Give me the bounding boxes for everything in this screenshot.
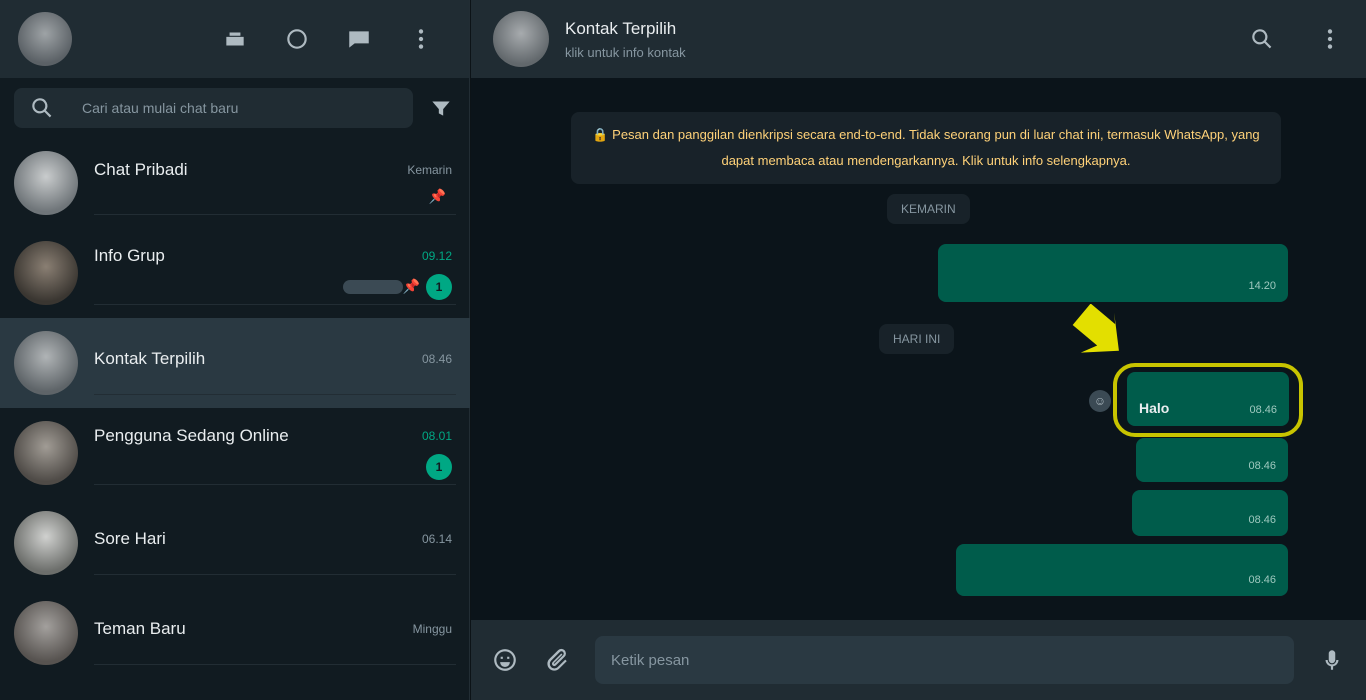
- outgoing-message[interactable]: 08.46: [1132, 490, 1288, 536]
- left-header: [0, 0, 469, 78]
- message-time: 08.46: [1249, 404, 1277, 416]
- filter-icon[interactable]: [427, 94, 455, 122]
- encryption-notice-text: Pesan dan panggilan dienkripsi secara en…: [612, 127, 1260, 168]
- outgoing-message[interactable]: 14.20: [938, 244, 1288, 302]
- reaction-icon[interactable]: ☺: [1089, 390, 1111, 412]
- conversation-pane: Kontak Terpilih klik untuk info kontak 🔒…: [471, 0, 1366, 700]
- date-chip: KEMARIN: [887, 194, 970, 224]
- composer: [471, 620, 1366, 700]
- outgoing-message[interactable]: Halo 08.46: [1127, 372, 1289, 426]
- chat-time: 09.12: [421, 248, 452, 263]
- chat-item[interactable]: Info Grup 09.12 📌 1: [0, 228, 470, 318]
- date-chip: HARI INI: [879, 324, 955, 354]
- search-icon[interactable]: [28, 94, 56, 122]
- chat-time: 08.46: [421, 351, 452, 366]
- chat-item[interactable]: Teman Baru Minggu: [0, 588, 470, 678]
- chat-name: Sore Hari: [94, 528, 166, 548]
- search-icon[interactable]: [1248, 25, 1276, 53]
- menu-icon[interactable]: [1316, 25, 1344, 53]
- unread-badge: 1: [426, 453, 452, 480]
- contact-subtitle: klik untuk info kontak: [565, 44, 686, 60]
- microphone-icon[interactable]: [1318, 646, 1346, 674]
- encryption-notice[interactable]: 🔒 Pesan dan panggilan dienkripsi secara …: [571, 112, 1281, 184]
- outgoing-message[interactable]: 08.46: [1136, 438, 1288, 482]
- chat-avatar: [14, 241, 78, 305]
- message-preview-placeholder: [342, 279, 403, 294]
- chat-avatar: [14, 331, 78, 395]
- chat-item[interactable]: Pengguna Sedang Online 08.01 1: [0, 408, 470, 498]
- chat-list-pane: Chat Pribadi Kemarin 📌 Info Grup 09.12: [0, 0, 470, 700]
- chat-item-active[interactable]: Kontak Terpilih 08.46: [0, 318, 470, 408]
- pin-icon: 📌: [402, 278, 420, 294]
- menu-icon[interactable]: [407, 25, 435, 53]
- message-text: Halo: [1139, 400, 1170, 416]
- chat-time: 06.14: [421, 531, 452, 546]
- emoji-icon[interactable]: [491, 646, 519, 674]
- chat-time: Minggu: [412, 621, 452, 636]
- my-profile-avatar[interactable]: [18, 12, 72, 66]
- chat-time: Kemarin: [407, 163, 452, 177]
- chat-avatar: [14, 601, 78, 665]
- communities-icon[interactable]: [221, 25, 249, 53]
- chat-name: Pengguna Sedang Online: [94, 425, 289, 445]
- chat-name: Teman Baru: [94, 618, 186, 638]
- chat-list: Chat Pribadi Kemarin 📌 Info Grup 09.12 📌…: [0, 138, 470, 678]
- chat-name: Kontak Terpilih: [94, 348, 206, 368]
- unread-badge: 1: [426, 273, 452, 300]
- search-row: [0, 78, 469, 138]
- attach-icon[interactable]: [543, 646, 571, 674]
- message-time: 08.46: [1248, 574, 1276, 586]
- message-time: 08.46: [1248, 460, 1276, 472]
- status-icon[interactable]: [283, 25, 311, 53]
- message-area: 🔒 Pesan dan panggilan dienkripsi secara …: [471, 78, 1366, 620]
- message-time: 14.20: [1248, 280, 1276, 292]
- chat-avatar: [14, 151, 78, 215]
- pointer-arrow-icon: [1072, 304, 1119, 353]
- chat-item[interactable]: Sore Hari 06.14: [0, 498, 470, 588]
- chat-item[interactable]: Chat Pribadi Kemarin 📌: [0, 138, 470, 228]
- header-actions: [221, 25, 451, 53]
- chat-avatar: [14, 421, 78, 485]
- chat-name: Info Grup: [94, 245, 165, 265]
- contact-name: Kontak Terpilih: [565, 18, 677, 38]
- chat-time: 08.01: [421, 428, 452, 443]
- message-input[interactable]: [595, 636, 1294, 684]
- new-chat-icon[interactable]: [345, 25, 373, 53]
- lock-icon: 🔒: [592, 127, 613, 142]
- search-box: [14, 88, 413, 128]
- chat-name: Chat Pribadi: [94, 160, 188, 179]
- conversation-header[interactable]: Kontak Terpilih klik untuk info kontak: [471, 0, 1366, 78]
- contact-avatar[interactable]: [493, 11, 549, 67]
- chat-avatar: [14, 511, 78, 575]
- pin-icon: 📌: [428, 188, 446, 204]
- search-input[interactable]: [82, 100, 399, 116]
- outgoing-message[interactable]: 08.46: [956, 544, 1288, 596]
- message-time: 08.46: [1248, 514, 1276, 526]
